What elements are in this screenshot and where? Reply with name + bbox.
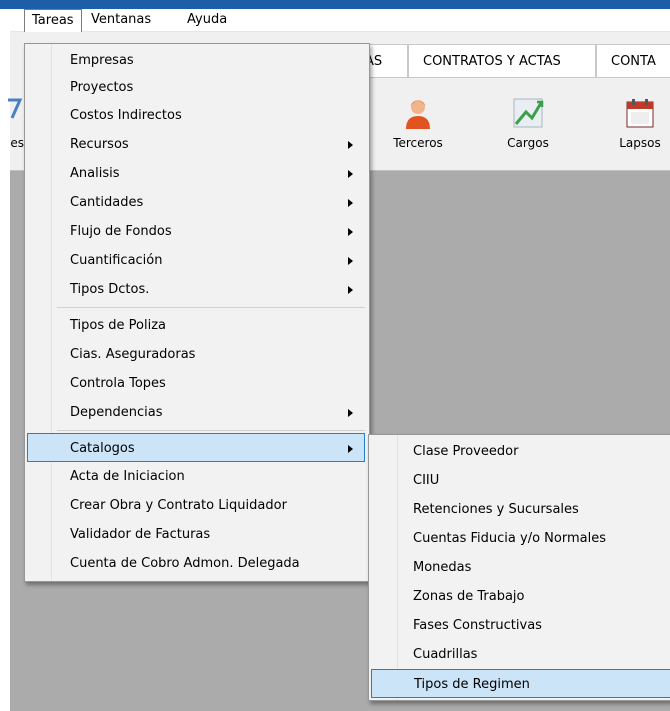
menu-item-label: Catalogos (70, 441, 135, 456)
menu-item-label: Cuadrillas (413, 647, 478, 662)
menu-item-costos-indirectos[interactable]: Costos Indirectos (25, 101, 369, 130)
menu-item-cuenta-de-cobro-admon-delegada[interactable]: Cuenta de Cobro Admon. Delegada (25, 549, 369, 578)
submenu-item-monedas[interactable]: Monedas (369, 553, 670, 582)
calendar-icon (626, 99, 654, 128)
toolbar-item-cargos[interactable]: Cargos (493, 92, 563, 151)
menu-item-label: Cuentas Fiducia y/o Normales (413, 531, 606, 546)
menu-item-proyectos[interactable]: Proyectos (25, 73, 369, 102)
menu-ayuda[interactable]: Ayuda (180, 9, 234, 31)
menu-item-controla-topes[interactable]: Controla Topes (25, 369, 369, 398)
menu-item-empresas[interactable]: Empresas (25, 46, 369, 75)
menu-item-label: Tipos de Poliza (70, 318, 166, 333)
submenu-arrow-icon (348, 257, 353, 265)
person-icon (406, 100, 430, 129)
menu-ventanas[interactable]: Ventanas (84, 9, 158, 31)
menu-item-tipos-dctos[interactable]: Tipos Dctos. (25, 275, 369, 304)
menu-item-flujo-de-fondos[interactable]: Flujo de Fondos (25, 217, 369, 246)
toolbar-item-terceros[interactable]: Terceros (383, 92, 453, 151)
menu-item-cias-aseguradoras[interactable]: Cias. Aseguradoras (25, 340, 369, 369)
toolbar-item-partial[interactable]: es (0, 92, 24, 151)
menu-item-cantidades[interactable]: Cantidades (25, 188, 369, 217)
menu-item-label: Cuenta de Cobro Admon. Delegada (70, 556, 300, 571)
submenu-arrow-icon (348, 199, 353, 207)
menu-item-label: Dependencias (70, 405, 163, 420)
menu-tareas[interactable]: Tareas (24, 9, 82, 32)
menu-item-label: Clase Proveedor (413, 444, 519, 459)
menu-item-label: Costos Indirectos (70, 108, 182, 123)
toolbar-item-label: Terceros (393, 136, 443, 150)
menu-item-label: Flujo de Fondos (70, 224, 172, 239)
submenu-item-fases-constructivas[interactable]: Fases Constructivas (369, 611, 670, 640)
menu-item-validador-de-facturas[interactable]: Validador de Facturas (25, 520, 369, 549)
menu-item-label: Monedas (413, 560, 472, 575)
menu-item-dependencias[interactable]: Dependencias (25, 398, 369, 427)
submenu-arrow-icon (348, 409, 353, 417)
menu-item-tipos-de-poliza[interactable]: Tipos de Poliza (25, 311, 369, 340)
submenu-item-retenciones-y-sucursales[interactable]: Retenciones y Sucursales (369, 495, 670, 524)
toolbar-item-label: Lapsos (619, 136, 661, 150)
menu-item-label: Validador de Facturas (70, 527, 211, 542)
submenu-item-ciiu[interactable]: CIIU (369, 466, 670, 495)
menu-item-label: Tipos de Regimen (414, 677, 530, 692)
menu-item-label: CIIU (413, 473, 440, 488)
menu-item-label: Recursos (70, 137, 129, 152)
menu-item-analisis[interactable]: Analisis (25, 159, 369, 188)
menu-item-label: Acta de Iniciacion (70, 469, 185, 484)
submenu-item-cuadrillas[interactable]: Cuadrillas (369, 640, 670, 669)
toolbar-item-lapsos[interactable]: Lapsos (605, 92, 670, 151)
submenu-item-clase-proveedor[interactable]: Clase Proveedor (369, 437, 670, 466)
menu-item-label: Cuantificación (70, 253, 163, 268)
menu-item-label: Fases Constructivas (413, 618, 542, 633)
tab-contratos-y-actas[interactable]: CONTRATOS Y ACTAS (408, 44, 596, 78)
menu-item-recursos[interactable]: Recursos (25, 130, 369, 159)
menu-item-label: Tipos Dctos. (70, 282, 150, 297)
window-title-bar (0, 0, 670, 9)
menu-bar: Tareas Ventanas Ayuda (10, 9, 670, 32)
submenu-arrow-icon (348, 141, 353, 149)
toolbar-item-label: es (10, 136, 24, 150)
menu-item-catalogos[interactable]: Catalogos (27, 433, 365, 462)
menu-item-label: Empresas (70, 53, 134, 68)
menu-item-crear-obra-y-contrato-liquidador[interactable]: Crear Obra y Contrato Liquidador (25, 491, 369, 520)
submenu-item-zonas-de-trabajo[interactable]: Zonas de Trabajo (369, 582, 670, 611)
menu-item-label: Crear Obra y Contrato Liquidador (70, 498, 287, 513)
menu-item-label: Retenciones y Sucursales (413, 502, 579, 517)
menu-separator (57, 430, 365, 431)
submenu-item-cuentas-fiducia[interactable]: Cuentas Fiducia y/o Normales (369, 524, 670, 553)
menu-item-label: Proyectos (70, 80, 134, 95)
menu-item-label: Controla Topes (70, 376, 166, 391)
submenu-arrow-icon (348, 228, 353, 236)
menu-item-cuantificacion[interactable]: Cuantificación (25, 246, 369, 275)
menu-separator (57, 307, 365, 308)
menu-item-acta-de-iniciacion[interactable]: Acta de Iniciacion (25, 462, 369, 491)
submenu-item-tipos-de-regimen[interactable]: Tipos de Regimen (371, 669, 670, 698)
submenu-arrow-icon (348, 170, 353, 178)
menu-item-label: Zonas de Trabajo (413, 589, 525, 604)
submenu-arrow-icon (348, 286, 353, 294)
catalogos-submenu: Clase Proveedor CIIU Retenciones y Sucur… (368, 434, 670, 701)
tab-contabilidad[interactable]: CONTA (596, 44, 670, 78)
tareas-dropdown-menu: Empresas Proyectos Costos Indirectos Rec… (24, 43, 370, 582)
submenu-arrow-icon (348, 445, 353, 453)
toolbar-item-label: Cargos (507, 136, 549, 150)
menu-item-label: Cantidades (70, 195, 144, 210)
menu-item-label: Analisis (70, 166, 120, 181)
menu-item-label: Cias. Aseguradoras (70, 347, 196, 362)
chart-icon (513, 98, 544, 128)
